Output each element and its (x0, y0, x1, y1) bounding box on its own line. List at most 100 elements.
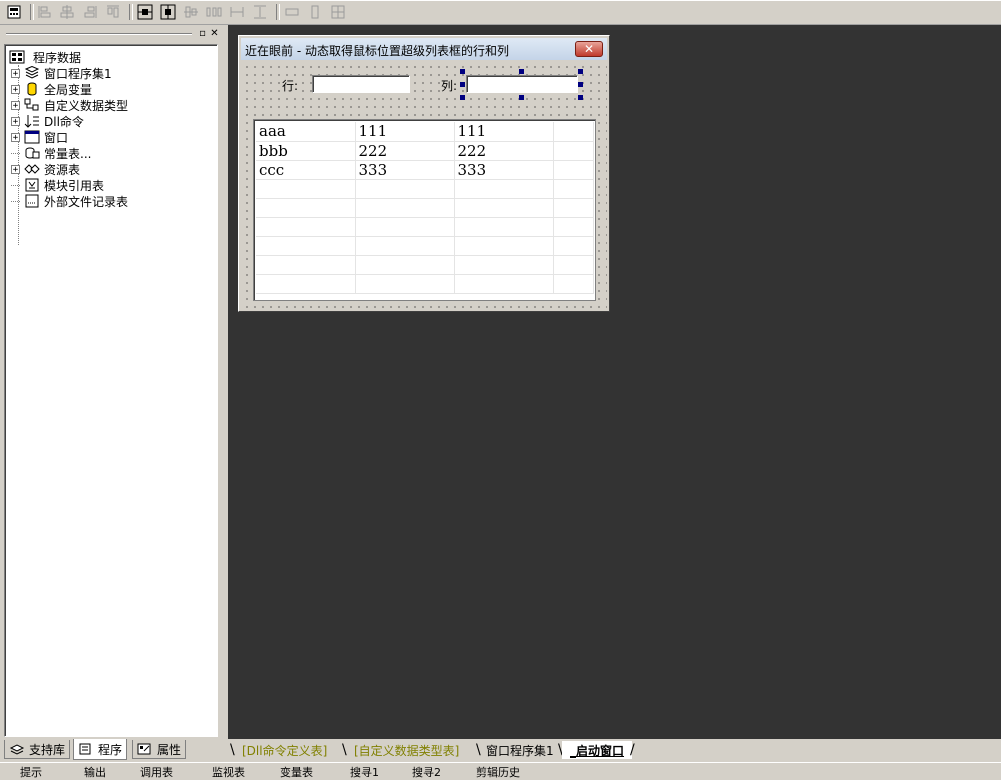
tab-properties[interactable]: 属性 (132, 740, 187, 759)
table-cell[interactable]: bbb (256, 141, 356, 161)
tree-item-label: 全局变量 (44, 82, 93, 97)
table-row[interactable] (256, 255, 594, 275)
tree-item-dll[interactable]: + Dll命令 (11, 113, 84, 129)
constant-icon (24, 146, 40, 160)
tab-watch-table[interactable]: 监视表 (212, 764, 245, 780)
align-left-icon[interactable] (36, 3, 54, 21)
align-middle-icon[interactable] (182, 3, 200, 21)
calculator-icon[interactable] (5, 3, 23, 21)
align-right-icon[interactable] (81, 3, 99, 21)
table-cell[interactable]: ccc (256, 160, 356, 180)
tab-custom-types[interactable]: [自定义数据类型表] (346, 741, 467, 759)
super-list-box[interactable]: aaa 111 111 bbb 222 222 ccc 333 333 (253, 119, 596, 301)
close-icon[interactable]: ✕ (575, 41, 603, 57)
tab-search1[interactable]: 搜寻1 (350, 764, 379, 780)
table-row[interactable]: ccc 333 333 (256, 160, 594, 180)
tab-search2[interactable]: 搜寻2 (412, 764, 441, 780)
table-row[interactable] (256, 274, 594, 294)
table-row[interactable] (256, 217, 594, 237)
tree-item-constants[interactable]: 常量表... (11, 145, 91, 161)
table-cell[interactable]: 333 (454, 160, 554, 180)
panel-header: ▫ ✕ (2, 27, 222, 41)
resize-handle[interactable] (578, 69, 583, 74)
module-icon (24, 178, 40, 192)
expand-icon[interactable]: + (11, 132, 20, 142)
toolbar-highlight (0, 0, 1001, 1)
same-width-icon[interactable] (283, 3, 301, 21)
tab-hint[interactable]: 提示 (20, 764, 42, 780)
table-cell[interactable]: 111 (355, 122, 455, 142)
tree-item-resources[interactable]: + 资源表 (11, 161, 80, 177)
expand-icon[interactable]: + (11, 100, 20, 110)
table-cell[interactable]: 222 (454, 141, 554, 161)
tree-item-external-files[interactable]: 外部文件记录表 (11, 193, 128, 209)
expand-icon[interactable]: + (11, 68, 20, 78)
center-v-icon[interactable] (159, 3, 177, 21)
tab-support-library[interactable]: 支持库 (4, 740, 71, 759)
table-row[interactable] (256, 198, 594, 218)
table-cell[interactable] (553, 122, 594, 142)
same-height-icon[interactable] (306, 3, 324, 21)
tree-item-window-assembly[interactable]: + 窗口程序集1 (11, 65, 112, 81)
resize-handle[interactable] (578, 82, 583, 87)
tab-call-table[interactable]: 调用表 (140, 764, 173, 780)
align-center-v-icon[interactable] (58, 3, 76, 21)
table-row[interactable] (256, 236, 594, 256)
tree-item-window[interactable]: + 窗口 (11, 129, 68, 145)
tab-clip-history[interactable]: 剪辑历史 (476, 764, 520, 780)
resize-handle[interactable] (519, 69, 524, 74)
space-across-icon[interactable] (205, 3, 223, 21)
table-cell[interactable]: 111 (454, 122, 554, 142)
form-client-area[interactable]: 行: 列: aaa 111 111 bbb 222 222 ccc 333 33… (241, 61, 607, 309)
expand-icon[interactable]: + (11, 116, 20, 126)
resize-handle[interactable] (460, 95, 465, 100)
resource-icon (24, 162, 40, 176)
table-cell[interactable]: 222 (355, 141, 455, 161)
center-h-icon[interactable] (136, 3, 154, 21)
table-cell[interactable] (553, 141, 594, 161)
form-window[interactable]: 近在眼前 - 动态取得鼠标位置超级列表框的行和列 ✕ 行: 列: aaa 111… (238, 35, 610, 312)
column-input[interactable] (466, 75, 578, 93)
table-cell[interactable] (553, 160, 594, 180)
program-icon (78, 742, 94, 756)
row-input[interactable] (312, 75, 410, 93)
align-top-icon[interactable] (104, 3, 122, 21)
panel-close-icon[interactable]: ✕ (209, 28, 220, 39)
tab-window-assembly[interactable]: 窗口程序集1 (478, 741, 562, 759)
tree-item-label: 窗口程序集1 (44, 66, 112, 81)
list-table: aaa 111 111 bbb 222 222 ccc 333 333 (256, 122, 594, 294)
table-cell[interactable]: aaa (256, 122, 356, 142)
books-icon (9, 742, 25, 756)
form-title: 近在眼前 - 动态取得鼠标位置超级列表框的行和列 (245, 44, 509, 58)
program-data-icon (9, 50, 25, 64)
resize-handle[interactable] (460, 69, 465, 74)
space-down-icon[interactable] (228, 3, 246, 21)
tab-program[interactable]: 程序 (73, 739, 128, 760)
tab-variable-table[interactable]: 变量表 (280, 764, 313, 780)
tab-output[interactable]: 输出 (84, 764, 106, 780)
project-panel: ▫ ✕ 程序数据 + 窗口程序集1 + 全局变量 + 自定义数据类型 + Dll… (0, 25, 226, 762)
panel-restore-icon[interactable]: ▫ (197, 28, 208, 39)
table-row[interactable]: bbb 222 222 (256, 141, 594, 161)
resize-handle[interactable] (519, 95, 524, 100)
form-title-bar[interactable]: 近在眼前 - 动态取得鼠标位置超级列表框的行和列 ✕ (241, 38, 607, 60)
table-row[interactable] (256, 179, 594, 199)
resize-handle[interactable] (578, 95, 583, 100)
tree-item-label: Dll命令 (44, 114, 84, 129)
table-row[interactable]: aaa 111 111 (256, 122, 594, 142)
expand-icon[interactable]: + (11, 164, 20, 174)
table-cell[interactable]: 333 (355, 160, 455, 180)
tree-item-custom-types[interactable]: + 自定义数据类型 (11, 97, 128, 113)
project-tree[interactable]: 程序数据 + 窗口程序集1 + 全局变量 + 自定义数据类型 + Dll命令 +… (4, 44, 218, 737)
align-bottom-icon[interactable] (251, 3, 269, 21)
tree-item-label: 常量表... (44, 146, 92, 161)
resize-handle[interactable] (460, 82, 465, 87)
expand-icon[interactable]: + (11, 84, 20, 94)
tree-item-label: 资源表 (44, 162, 81, 177)
tree-root[interactable]: 程序数据 (9, 49, 81, 65)
tab-dll-definitions[interactable]: [Dll命令定义表] (234, 741, 335, 759)
same-size-icon[interactable] (329, 3, 347, 21)
tab-startup-window[interactable]: _启动窗口 (562, 741, 633, 759)
tree-item-global-vars[interactable]: + 全局变量 (11, 81, 92, 97)
tree-item-modules[interactable]: 模块引用表 (11, 177, 104, 193)
